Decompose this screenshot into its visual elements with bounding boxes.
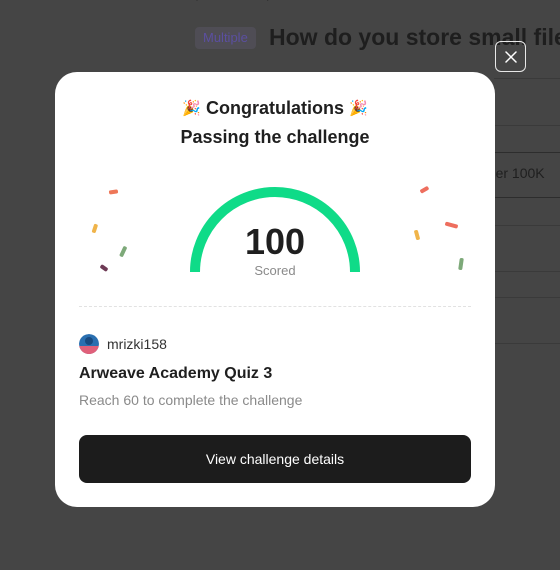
quiz-title: Arweave Academy Quiz 3: [79, 365, 273, 382]
divider: [79, 306, 471, 307]
question-type-badge: Multiple: [195, 27, 256, 49]
score-label: Scored: [254, 263, 296, 278]
confetti-piece: [420, 186, 429, 194]
divider: [494, 78, 560, 79]
username: mrizki158: [107, 336, 167, 352]
quiz-description: Reach 60 to complete the challenge: [79, 392, 303, 408]
divider: [494, 343, 560, 344]
confetti-piece: [108, 189, 119, 195]
view-challenge-details-button[interactable]: View challenge details: [79, 435, 471, 483]
close-button[interactable]: [495, 41, 526, 72]
divider: [494, 297, 560, 298]
user-avatar-icon: [79, 334, 99, 354]
divider: [494, 271, 560, 272]
score-value: 100: [244, 221, 306, 262]
divider: [494, 225, 560, 226]
divider: [494, 125, 560, 126]
close-icon: [504, 50, 517, 63]
background-partial-text: · ·: [195, 0, 270, 6]
challenge-result-modal: 🎉 Congratulations 🎉 Passing the challenge …: [55, 72, 495, 507]
